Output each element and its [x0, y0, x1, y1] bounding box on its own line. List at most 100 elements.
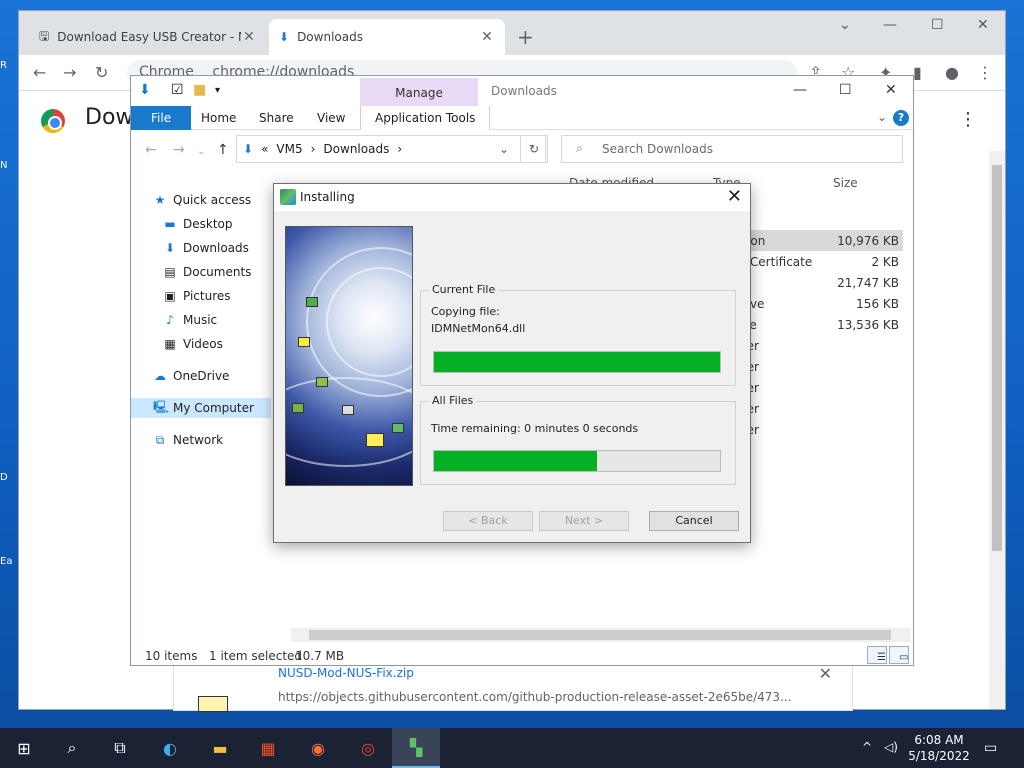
ribbon-tabs: File Home Share View Application Tools ⌄…: [131, 106, 913, 130]
tab-search-icon[interactable]: ⌄: [839, 17, 851, 33]
nav-documents[interactable]: ▤ Documents: [163, 262, 251, 282]
up-icon[interactable]: ↑: [217, 142, 229, 158]
properties-icon[interactable]: ☑: [171, 82, 184, 98]
pictures-icon: ▣: [164, 289, 176, 303]
address-dropdown-icon[interactable]: ⌄: [499, 142, 509, 156]
new-tab-icon[interactable]: +: [517, 25, 534, 49]
breadcrumb-separator-icon[interactable]: ›: [311, 142, 316, 156]
download-filename-link[interactable]: NUSD-Mod-NUS-Fix.zip: [278, 666, 414, 680]
remove-download-icon[interactable]: ✕: [819, 664, 832, 683]
nav-pictures[interactable]: ▣ Pictures: [163, 286, 230, 306]
back-icon[interactable]: ←: [145, 142, 157, 158]
back-button[interactable]: < Back: [443, 511, 533, 531]
status-bar: 10 items 1 item selected 10.7 MB ☰ ▭: [131, 644, 913, 666]
manage-context-tab[interactable]: Manage: [360, 78, 478, 106]
clock[interactable]: 6:08 AM 5/18/2022: [904, 732, 974, 764]
next-button[interactable]: Next >: [539, 511, 629, 531]
horizontal-scrollbar[interactable]: [291, 628, 911, 642]
installing-dialog: Installing ✕ Current File Copying file: …: [273, 183, 751, 543]
search-placeholder: Search Downloads: [602, 142, 713, 156]
close-window-icon[interactable]: ✕: [885, 82, 897, 98]
breadcrumb-downloads[interactable]: Downloads: [323, 142, 389, 156]
recent-locations-icon[interactable]: ⌄: [197, 146, 205, 157]
browser-tab-easy-usb[interactable]: 🖫 Download Easy USB Creator - Ne ✕: [29, 19, 267, 55]
close-tab-icon[interactable]: ✕: [241, 29, 257, 45]
column-header-size[interactable]: Size: [833, 176, 858, 190]
browser-tab-downloads[interactable]: ⬇ Downloads ✕: [269, 19, 505, 55]
minimize-icon[interactable]: —: [793, 82, 807, 98]
edge-button[interactable]: ◐: [146, 728, 194, 768]
desktop-edge-label: D: [0, 472, 8, 483]
customize-toolbar-icon[interactable]: ▾: [215, 85, 220, 96]
nav-label: Network: [173, 433, 224, 447]
tab-home[interactable]: Home: [187, 106, 250, 130]
nav-my-computer[interactable]: 🖳 My Computer: [131, 398, 271, 418]
tab-share[interactable]: Share: [245, 106, 308, 130]
file-explorer-button[interactable]: ▬: [196, 728, 244, 768]
navigation-bar: ← → ⌄ ↑ ⬇ « VM5 › Downloads › ⌄ ↻ ⌕ Sear…: [131, 130, 913, 170]
nav-label: Quick access: [173, 193, 252, 207]
minimize-icon[interactable]: —: [883, 17, 897, 33]
nav-quick-access[interactable]: ★ Quick access: [153, 190, 252, 210]
progress-fill: [434, 352, 720, 372]
breadcrumb-vm5[interactable]: VM5: [276, 142, 302, 156]
current-file-progress: [433, 351, 721, 373]
expand-ribbon-icon[interactable]: ⌄: [877, 110, 887, 124]
current-file-group: Current File Copying file: IDMNetMon64.d…: [420, 283, 736, 386]
notifications-icon[interactable]: ▭: [984, 740, 997, 756]
tab-view[interactable]: View: [303, 106, 359, 130]
item-count: 10 items: [145, 649, 198, 663]
chrome-button[interactable]: ◎: [344, 728, 392, 768]
reload-icon[interactable]: ↻: [95, 63, 108, 82]
firefox-button[interactable]: ◉: [294, 728, 342, 768]
nav-videos[interactable]: ▦ Videos: [163, 334, 223, 354]
large-icons-view-button[interactable]: ▭: [889, 646, 909, 664]
nav-music[interactable]: ♪ Music: [163, 310, 217, 330]
volume-icon[interactable]: ◁): [884, 740, 898, 754]
start-button[interactable]: ⊞: [0, 728, 48, 768]
installer-taskbar-button[interactable]: ▚: [392, 728, 440, 768]
store-button[interactable]: ▦: [244, 728, 292, 768]
address-bar[interactable]: ⬇ « VM5 › Downloads › ⌄: [236, 135, 546, 163]
refresh-icon: ↻: [528, 142, 540, 156]
show-hidden-icons-icon[interactable]: ^: [862, 740, 872, 754]
search-input[interactable]: ⌕ Search Downloads: [561, 135, 903, 163]
desktop-icon: ▬: [164, 217, 176, 231]
close-window-icon[interactable]: ✕: [977, 17, 989, 33]
time-remaining: Time remaining: 0 minutes 0 seconds: [431, 422, 639, 435]
menu-icon[interactable]: ⋮: [977, 63, 993, 82]
maximize-icon[interactable]: ☐: [839, 82, 852, 98]
profile-icon[interactable]: ●: [945, 63, 959, 82]
tab-file[interactable]: File: [131, 106, 192, 130]
refresh-button[interactable]: ↻: [520, 135, 548, 163]
search-button[interactable]: ⌕: [48, 728, 96, 768]
back-icon[interactable]: ←: [33, 63, 46, 82]
file-size: 21,747 KB: [837, 275, 899, 290]
new-folder-icon[interactable]: ■: [193, 82, 206, 98]
nav-downloads[interactable]: ⬇ Downloads: [163, 238, 249, 258]
clock-date: 5/18/2022: [908, 749, 970, 763]
breadcrumb-overflow-icon[interactable]: «: [261, 142, 268, 156]
side-panel-icon[interactable]: ▮: [913, 63, 922, 82]
task-view-button[interactable]: ⧉: [96, 728, 144, 768]
breadcrumb-separator-icon[interactable]: ›: [397, 142, 402, 156]
cancel-button[interactable]: Cancel: [649, 511, 739, 531]
maximize-icon[interactable]: ☐: [931, 17, 944, 33]
close-tab-icon[interactable]: ✕: [479, 29, 495, 45]
clock-time: 6:08 AM: [914, 733, 964, 747]
forward-icon[interactable]: →: [63, 63, 76, 82]
tab-application-tools[interactable]: Application Tools: [360, 106, 491, 130]
nav-onedrive[interactable]: ☁ OneDrive: [153, 366, 229, 386]
forward-icon[interactable]: →: [173, 142, 185, 158]
close-icon[interactable]: ✕: [727, 186, 742, 207]
nav-network[interactable]: ⧉ Network: [153, 430, 223, 450]
copying-label: Copying file:: [431, 305, 500, 318]
nav-desktop[interactable]: ▬ Desktop: [163, 214, 232, 234]
desktop-edge-label: R: [0, 60, 7, 71]
help-icon[interactable]: ?: [893, 110, 909, 126]
details-view-button[interactable]: ☰: [867, 646, 887, 664]
more-actions-icon[interactable]: ⋮: [959, 109, 977, 130]
usb-favicon-icon: 🖫: [39, 28, 50, 43]
all-files-progress: [433, 450, 721, 472]
page-scrollbar[interactable]: [989, 151, 1005, 709]
